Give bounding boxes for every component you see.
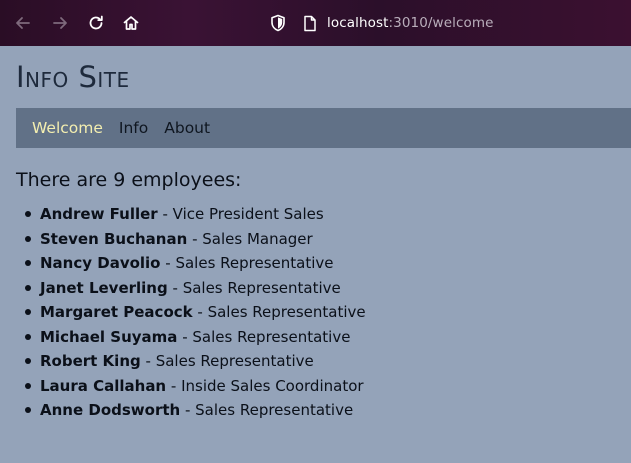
list-item: Janet Leverling - Sales Representative bbox=[16, 276, 366, 301]
list-item: Steven Buchanan - Sales Manager bbox=[16, 227, 366, 252]
nav-link-about[interactable]: About bbox=[164, 119, 210, 137]
employee-list: Andrew Fuller - Vice President Sales Ste… bbox=[16, 202, 366, 423]
reload-icon[interactable] bbox=[85, 12, 107, 34]
separator: - bbox=[160, 254, 176, 272]
nav-link-info[interactable]: Info bbox=[119, 119, 148, 137]
list-item: Michael Suyama - Sales Representative bbox=[16, 325, 366, 350]
forward-arrow-icon[interactable] bbox=[49, 12, 71, 34]
separator: - bbox=[140, 352, 156, 370]
url-host: localhost bbox=[327, 15, 389, 31]
separator: - bbox=[187, 229, 203, 248]
main-nav: Welcome Info About bbox=[16, 108, 631, 148]
separator: - bbox=[192, 303, 208, 321]
home-icon[interactable] bbox=[120, 12, 142, 34]
separator: - bbox=[157, 205, 173, 223]
shield-icon[interactable] bbox=[270, 14, 286, 32]
page-content: Info Site Welcome Info About There are 9… bbox=[0, 46, 631, 463]
site-title: Info Site bbox=[16, 60, 130, 94]
list-item: Margaret Peacock - Sales Representative bbox=[16, 300, 366, 325]
employee-title: Inside Sales Coordinator bbox=[181, 376, 364, 395]
employee-name: Andrew Fuller bbox=[40, 205, 158, 223]
separator: - bbox=[166, 376, 182, 395]
url-bar[interactable]: localhost:3010/welcome bbox=[270, 11, 494, 35]
separator: - bbox=[167, 278, 183, 297]
browser-toolbar: localhost:3010/welcome bbox=[0, 0, 631, 46]
list-item: Robert King - Sales Representative bbox=[16, 349, 366, 374]
employee-title: Sales Representative bbox=[195, 401, 354, 419]
employee-title: Sales Representative bbox=[182, 278, 341, 297]
employee-name: Laura Callahan bbox=[40, 376, 167, 395]
nav-link-welcome[interactable]: Welcome bbox=[32, 119, 103, 137]
page-icon bbox=[303, 15, 317, 32]
employee-name: Janet Leverling bbox=[40, 278, 168, 297]
employee-title: Sales Representative bbox=[175, 254, 334, 272]
employee-name: Michael Suyama bbox=[40, 327, 178, 346]
employee-title: Sales Manager bbox=[202, 229, 313, 248]
employee-title: Sales Representative bbox=[207, 303, 366, 321]
separator: - bbox=[180, 401, 196, 419]
employee-name: Steven Buchanan bbox=[40, 229, 188, 248]
employee-name: Nancy Davolio bbox=[40, 254, 161, 272]
employee-title: Sales Representative bbox=[192, 327, 351, 346]
employee-count-heading: There are 9 employees: bbox=[16, 169, 242, 191]
employee-title: Sales Representative bbox=[155, 352, 314, 370]
url-path: :3010/welcome bbox=[388, 15, 494, 31]
employee-name: Anne Dodsworth bbox=[40, 401, 181, 419]
list-item: Laura Callahan - Inside Sales Coordinato… bbox=[16, 374, 366, 399]
employee-name: Robert King bbox=[40, 352, 141, 370]
list-item: Andrew Fuller - Vice President Sales bbox=[16, 202, 366, 227]
separator: - bbox=[177, 327, 193, 346]
list-item: Nancy Davolio - Sales Representative bbox=[16, 251, 366, 276]
url-text[interactable]: localhost:3010/welcome bbox=[327, 15, 494, 31]
list-item: Anne Dodsworth - Sales Representative bbox=[16, 398, 366, 423]
employee-title: Vice President Sales bbox=[172, 205, 324, 223]
employee-name: Margaret Peacock bbox=[40, 303, 193, 321]
back-arrow-icon[interactable] bbox=[12, 12, 34, 34]
